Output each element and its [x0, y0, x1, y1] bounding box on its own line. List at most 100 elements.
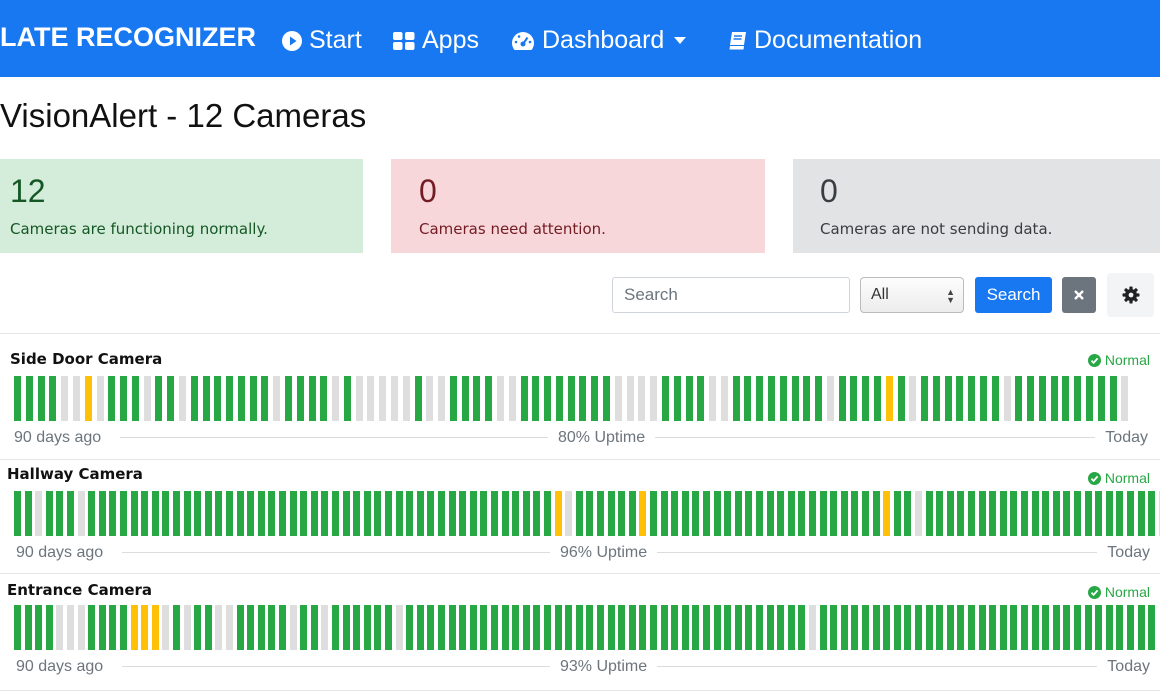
- uptime-bar-up[interactable]: [925, 491, 933, 536]
- uptime-bar-no-data[interactable]: [178, 376, 186, 421]
- uptime-bar-up[interactable]: [628, 491, 636, 536]
- uptime-bar-up[interactable]: [1074, 605, 1081, 650]
- uptime-bar-up[interactable]: [289, 491, 297, 536]
- uptime-bar-up[interactable]: [473, 376, 481, 421]
- uptime-bar-up[interactable]: [685, 376, 693, 421]
- uptime-bar-no-data[interactable]: [332, 376, 340, 421]
- uptime-bar-up[interactable]: [385, 491, 392, 536]
- uptime-bar-up[interactable]: [501, 605, 509, 650]
- uptime-bar-up[interactable]: [45, 491, 53, 536]
- uptime-bar-up[interactable]: [673, 376, 681, 421]
- uptime-bar-up[interactable]: [862, 605, 869, 650]
- uptime-bar-up[interactable]: [565, 605, 573, 650]
- uptime-bar-up[interactable]: [98, 605, 106, 650]
- uptime-bar-up[interactable]: [533, 491, 541, 536]
- uptime-bar-up[interactable]: [862, 376, 870, 421]
- uptime-bar-up[interactable]: [925, 605, 933, 650]
- uptime-bar-up[interactable]: [862, 491, 869, 536]
- uptime-bar-no-data[interactable]: [915, 491, 922, 536]
- uptime-bar-up[interactable]: [353, 491, 361, 536]
- uptime-bar-up[interactable]: [363, 491, 371, 536]
- uptime-bar-up[interactable]: [109, 605, 117, 650]
- uptime-bar-up[interactable]: [279, 491, 286, 536]
- uptime-bar-up[interactable]: [343, 376, 351, 421]
- uptime-bar-up[interactable]: [692, 605, 700, 650]
- uptime-bar-up[interactable]: [1050, 376, 1058, 421]
- nav-start[interactable]: Start: [282, 26, 362, 55]
- uptime-bar-up[interactable]: [190, 376, 198, 421]
- uptime-bar-no-data[interactable]: [367, 376, 375, 421]
- camera-name[interactable]: Entrance Camera: [7, 581, 152, 599]
- uptime-bar-up[interactable]: [883, 605, 891, 650]
- uptime-bar-up[interactable]: [1015, 376, 1023, 421]
- uptime-bar-up[interactable]: [300, 605, 308, 650]
- uptime-bar-no-data[interactable]: [183, 605, 191, 650]
- uptime-bar-no-data[interactable]: [35, 491, 43, 536]
- uptime-bar-no-data[interactable]: [391, 376, 398, 421]
- uptime-bar-up[interactable]: [279, 605, 286, 650]
- uptime-bar-warning[interactable]: [141, 605, 149, 650]
- uptime-bar-up[interactable]: [1086, 376, 1093, 421]
- uptime-bar-up[interactable]: [88, 491, 96, 536]
- uptime-bar-up[interactable]: [520, 376, 528, 421]
- uptime-bar-warning[interactable]: [84, 376, 92, 421]
- uptime-bar-up[interactable]: [661, 376, 669, 421]
- uptime-bar-up[interactable]: [1074, 376, 1082, 421]
- uptime-bar-up[interactable]: [991, 376, 999, 421]
- uptime-bar-up[interactable]: [575, 491, 583, 536]
- uptime-bar-up[interactable]: [226, 376, 233, 421]
- uptime-bar-up[interactable]: [999, 605, 1007, 650]
- nav-documentation[interactable]: Documentation: [727, 26, 922, 55]
- uptime-bar-up[interactable]: [597, 491, 604, 536]
- uptime-bar-no-data[interactable]: [226, 605, 233, 650]
- uptime-bar-up[interactable]: [1031, 491, 1039, 536]
- uptime-bar-up[interactable]: [56, 491, 64, 536]
- uptime-bar-up[interactable]: [597, 605, 604, 650]
- uptime-bar-up[interactable]: [756, 605, 763, 650]
- uptime-bar-up[interactable]: [703, 605, 710, 650]
- uptime-bar-up[interactable]: [607, 491, 615, 536]
- uptime-bar-no-data[interactable]: [626, 376, 634, 421]
- uptime-bar-up[interactable]: [236, 605, 244, 650]
- uptime-bar-up[interactable]: [1148, 491, 1156, 536]
- uptime-bar-up[interactable]: [554, 605, 562, 650]
- uptime-bar-up[interactable]: [108, 376, 116, 421]
- uptime-bar-up[interactable]: [1105, 605, 1113, 650]
- uptime-bar-up[interactable]: [618, 605, 626, 650]
- uptime-bar-up[interactable]: [671, 605, 679, 650]
- uptime-bar-up[interactable]: [692, 491, 700, 536]
- uptime-bar-up[interactable]: [830, 605, 838, 650]
- uptime-bar-up[interactable]: [120, 491, 127, 536]
- uptime-bar-up[interactable]: [1021, 491, 1028, 536]
- uptime-bar-up[interactable]: [713, 491, 721, 536]
- uptime-bar-up[interactable]: [98, 491, 106, 536]
- uptime-bar-up[interactable]: [491, 491, 498, 536]
- uptime-bar-up[interactable]: [155, 376, 163, 421]
- uptime-bar-up[interactable]: [491, 605, 498, 650]
- uptime-bar-up[interactable]: [591, 376, 599, 421]
- uptime-bar-up[interactable]: [756, 376, 764, 421]
- uptime-bar-up[interactable]: [830, 491, 838, 536]
- uptime-bar-up[interactable]: [1074, 491, 1081, 536]
- uptime-bar-up[interactable]: [744, 376, 752, 421]
- uptime-bar-up[interactable]: [284, 376, 292, 421]
- uptime-bar-up[interactable]: [374, 605, 382, 650]
- uptime-bar-up[interactable]: [1038, 376, 1046, 421]
- uptime-bar-up[interactable]: [840, 491, 848, 536]
- uptime-bar-up[interactable]: [236, 491, 244, 536]
- uptime-bar-up[interactable]: [732, 376, 740, 421]
- uptime-bar-up[interactable]: [544, 491, 551, 536]
- uptime-bar-up[interactable]: [162, 491, 170, 536]
- uptime-bar-up[interactable]: [1095, 605, 1103, 650]
- uptime-bar-up[interactable]: [787, 491, 795, 536]
- uptime-bar-up[interactable]: [1010, 491, 1018, 536]
- uptime-bar-up[interactable]: [978, 491, 986, 536]
- uptime-bar-up[interactable]: [915, 605, 922, 650]
- uptime-bar-up[interactable]: [24, 491, 32, 536]
- search-button[interactable]: Search: [975, 277, 1052, 313]
- uptime-bar-up[interactable]: [766, 491, 774, 536]
- uptime-bar-up[interactable]: [1116, 491, 1124, 536]
- nav-dashboard[interactable]: Dashboard: [511, 26, 687, 55]
- uptime-bar-up[interactable]: [803, 376, 811, 421]
- uptime-bar-no-data[interactable]: [650, 376, 658, 421]
